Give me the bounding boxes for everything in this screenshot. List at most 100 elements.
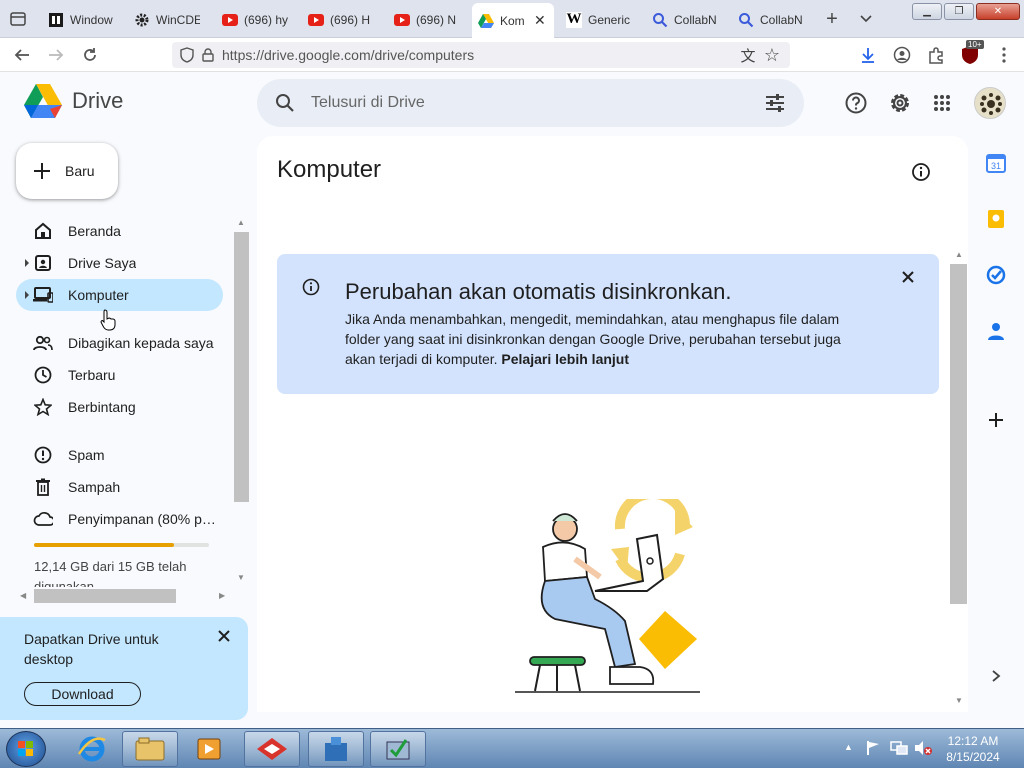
tab-label: WinCDE [156, 12, 200, 27]
browser-tab[interactable]: WinCDE [128, 4, 206, 35]
taskbar-internet-explorer-icon[interactable] [64, 731, 120, 767]
sidebar-item-storage[interactable]: Penyimpanan (80% pe... [16, 503, 223, 535]
browser-tab[interactable]: (696) N [388, 4, 468, 35]
sidebar-item-my-drive[interactable]: Drive Saya [16, 247, 223, 279]
new-tab-icon[interactable]: + [822, 8, 842, 30]
back-arrow-icon[interactable] [12, 45, 32, 65]
account-avatar[interactable] [974, 87, 1006, 119]
sidebar-scroll-up-icon[interactable]: ▲ [237, 218, 245, 227]
sidebar-item-label: Sampah [68, 479, 121, 495]
sidebar-item-label: Penyimpanan (80% pe... [68, 511, 220, 527]
search-options-icon[interactable] [765, 93, 785, 113]
main-content: Komputer Perubahan akan otomatis disinkr… [257, 136, 968, 712]
expand-arrow-icon[interactable] [25, 259, 29, 267]
browser-tab-active[interactable]: Kom ✕ [472, 3, 554, 38]
browser-menu-icon[interactable] [994, 45, 1014, 65]
volume-muted-icon[interactable] [914, 740, 932, 756]
expand-arrow-icon[interactable] [25, 291, 29, 299]
search-input[interactable] [311, 94, 731, 112]
browser-tab[interactable]: (696) H [302, 4, 382, 35]
learn-more-link[interactable]: Pelajari lebih lanjut [501, 351, 629, 367]
taskbar-app-red-icon[interactable] [244, 731, 300, 767]
action-center-flag-icon[interactable] [866, 740, 880, 756]
main-scroll-up-icon[interactable]: ▲ [955, 250, 963, 259]
taskbar-file-explorer-icon[interactable] [122, 731, 178, 767]
close-tab-icon[interactable]: ✕ [534, 12, 546, 29]
tab-label: (696) H [330, 12, 371, 27]
sidebar-item-starred[interactable]: Berbintang [16, 391, 223, 423]
main-scroll-down-icon[interactable]: ▼ [955, 696, 963, 705]
sidebar-scroll-right-icon[interactable]: ▶ [219, 591, 225, 600]
storage-usage-bar [34, 543, 209, 547]
minimize-window-button[interactable]: ▁ [912, 3, 942, 20]
browser-tab[interactable]: Window [42, 4, 120, 35]
restore-window-button[interactable]: ❐ [944, 3, 974, 20]
translate-icon[interactable]: 文 [738, 45, 758, 65]
tab-list-chevron-icon[interactable] [856, 9, 876, 29]
lock-icon[interactable] [202, 48, 214, 62]
drive-logo[interactable]: Drive [24, 84, 123, 118]
system-clock[interactable]: 12:12 AM 8/15/2024 [940, 733, 1006, 765]
tab-overview-icon[interactable] [8, 9, 28, 29]
sidebar-item-computers[interactable]: Komputer [16, 279, 223, 311]
ublock-extension-icon[interactable]: 10+ [960, 40, 984, 65]
sidebar-vertical-scrollbar[interactable] [234, 232, 249, 502]
reload-icon[interactable] [80, 45, 100, 65]
bookmark-star-icon[interactable]: ☆ [762, 45, 782, 65]
help-icon[interactable] [844, 91, 868, 115]
search-icon[interactable] [275, 93, 295, 113]
sidebar-horizontal-scrollbar[interactable] [34, 589, 176, 603]
apps-grid-icon[interactable] [930, 91, 954, 115]
browser-tab[interactable]: CollabN [732, 4, 812, 35]
keep-icon[interactable] [984, 207, 1008, 231]
forward-arrow-icon[interactable] [46, 45, 66, 65]
sidebar-scroll-down-icon[interactable]: ▼ [237, 573, 245, 582]
sidebar-scroll-left-icon[interactable]: ◀ [20, 591, 26, 600]
search-bar[interactable] [257, 79, 804, 127]
address-bar[interactable]: https://drive.google.com/drive/computers [172, 42, 790, 68]
sidebar-item-spam[interactable]: Spam [16, 439, 223, 471]
tab-label: Kom [500, 13, 525, 28]
contacts-icon[interactable] [984, 319, 1008, 343]
taskbar-app-green-icon[interactable] [370, 731, 426, 767]
shield-icon[interactable] [180, 47, 194, 63]
clock-time: 12:12 AM [947, 734, 999, 748]
tab-label: CollabN [760, 12, 803, 27]
extension-badge: 10+ [966, 40, 984, 49]
account-icon[interactable] [892, 45, 912, 65]
taskbar-media-player-icon[interactable] [182, 731, 238, 767]
banner-close-icon[interactable] [901, 270, 919, 288]
tab-label: Window [70, 12, 113, 27]
sidebar-item-label: Berbintang [68, 399, 136, 415]
taskbar-app-blue-icon[interactable] [308, 731, 364, 767]
calendar-icon[interactable]: 31 [984, 151, 1008, 175]
svg-text:31: 31 [991, 161, 1001, 171]
settings-gear-icon[interactable] [888, 91, 912, 115]
promo-close-icon[interactable] [215, 627, 233, 645]
new-button[interactable]: Baru [16, 143, 118, 199]
new-button-label: Baru [65, 163, 95, 179]
expand-side-panel-icon[interactable] [984, 664, 1008, 688]
info-icon[interactable] [911, 162, 931, 182]
sidebar-item-recent[interactable]: Terbaru [16, 359, 223, 391]
sidebar-item-shared[interactable]: Dibagikan kepada saya [16, 327, 223, 359]
browser-tab[interactable]: W Generic [560, 4, 640, 35]
close-window-button[interactable]: ✕ [976, 3, 1020, 20]
start-button[interactable] [6, 731, 46, 767]
browser-tab[interactable]: (696) hy [216, 4, 296, 35]
network-icon[interactable] [890, 740, 908, 756]
sync-info-banner: Perubahan akan otomatis disinkronkan. Ji… [277, 254, 939, 394]
download-button[interactable]: Download [24, 682, 141, 706]
main-vertical-scrollbar[interactable] [950, 264, 967, 604]
sidebar-item-home[interactable]: Beranda [16, 215, 223, 247]
youtube-icon [308, 12, 324, 28]
show-hidden-icons-icon[interactable]: ▲ [844, 742, 853, 752]
add-addon-icon[interactable] [984, 408, 1008, 432]
browser-tab[interactable]: CollabN [646, 4, 726, 35]
promo-text: Dapatkan Drive untuk desktop [24, 631, 159, 667]
downloads-icon[interactable] [858, 45, 878, 65]
tasks-icon[interactable] [984, 263, 1008, 287]
extensions-icon[interactable] [926, 45, 946, 65]
sidebar-item-trash[interactable]: Sampah [16, 471, 223, 503]
banner-body: Jika Anda menambahkan, mengedit, meminda… [345, 309, 865, 369]
